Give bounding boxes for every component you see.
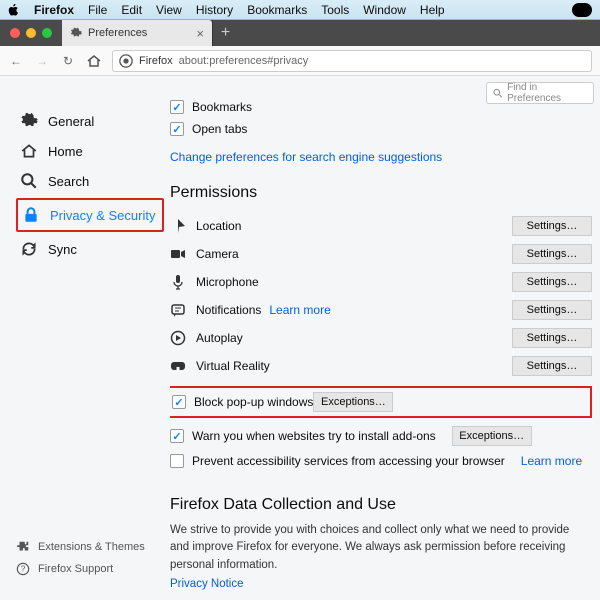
perm-autoplay: Autoplay Settings…	[170, 324, 592, 352]
microphone-settings-button[interactable]: Settings…	[512, 272, 592, 292]
warn-addons-checkbox[interactable]	[170, 429, 184, 443]
new-tab-button[interactable]: +	[212, 20, 238, 46]
menu-bookmarks[interactable]: Bookmarks	[247, 3, 307, 17]
data-collection-title: Firefox Data Collection and Use	[170, 496, 592, 514]
preferences-main: Bookmarks Open tabs Change preferences f…	[170, 76, 600, 600]
menu-history[interactable]: History	[196, 3, 233, 17]
data-collection-body: We strive to provide you with choices an…	[170, 522, 592, 574]
prevent-a11y-row: Prevent accessibility services from acce…	[170, 450, 592, 472]
gear-icon	[20, 112, 38, 130]
maximize-window-button[interactable]	[42, 28, 52, 38]
menu-edit[interactable]: Edit	[121, 3, 142, 17]
tab-title: Preferences	[88, 27, 147, 39]
vr-icon	[170, 358, 186, 374]
forward-button[interactable]: →	[34, 53, 50, 69]
preferences-sidebar: General Home Search Privacy & Security S…	[0, 76, 170, 600]
sidebar-item-search[interactable]: Search	[16, 166, 164, 196]
menu-view[interactable]: View	[156, 3, 182, 17]
find-in-preferences[interactable]: Find in Preferences	[486, 82, 594, 104]
camera-icon	[170, 246, 186, 262]
sidebar-item-general[interactable]: General	[16, 106, 164, 136]
url-label: Firefox	[139, 55, 173, 67]
privacy-notice-link[interactable]: Privacy Notice	[170, 578, 244, 590]
microphone-icon	[170, 274, 186, 290]
browser-toolbar: ← → ↻ Firefox about:preferences#privacy	[0, 46, 600, 76]
svg-text:?: ?	[21, 565, 26, 574]
tab-bar: Preferences × +	[0, 20, 600, 46]
minimize-window-button[interactable]	[26, 28, 36, 38]
autoplay-icon	[170, 330, 186, 346]
apple-icon	[8, 4, 20, 16]
close-tab-icon[interactable]: ×	[196, 26, 204, 41]
window-controls	[0, 20, 62, 46]
menu-help[interactable]: Help	[420, 3, 445, 17]
search-icon	[493, 88, 503, 99]
menu-file[interactable]: File	[88, 3, 107, 17]
reload-button[interactable]: ↻	[60, 53, 76, 69]
perm-location: Location Settings…	[170, 212, 592, 240]
perm-vr: Virtual Reality Settings…	[170, 352, 592, 380]
notifications-icon	[170, 302, 186, 318]
perm-camera: Camera Settings…	[170, 240, 592, 268]
location-icon	[170, 218, 186, 234]
search-placeholder: Find in Preferences	[507, 82, 587, 104]
back-button[interactable]: ←	[8, 53, 24, 69]
vr-settings-button[interactable]: Settings…	[512, 356, 592, 376]
menubar-extra-icon	[572, 3, 592, 17]
warn-addons-row: Warn you when websites try to install ad…	[170, 422, 592, 450]
question-icon: ?	[16, 562, 30, 576]
sidebar-support[interactable]: ? Firefox Support	[16, 558, 145, 580]
close-window-button[interactable]	[10, 28, 20, 38]
macos-menubar: Firefox File Edit View History Bookmarks…	[0, 0, 600, 20]
search-icon	[20, 172, 38, 190]
sidebar-extensions[interactable]: Extensions & Themes	[16, 536, 145, 558]
sidebar-item-home[interactable]: Home	[16, 136, 164, 166]
prevent-a11y-checkbox[interactable]	[170, 454, 184, 468]
highlight-privacy: Privacy & Security	[16, 198, 164, 232]
a11y-learn-more[interactable]: Learn more	[521, 454, 582, 468]
firefox-icon	[119, 54, 133, 68]
sync-icon	[20, 240, 38, 258]
permissions-title: Permissions	[170, 184, 592, 202]
menu-tools[interactable]: Tools	[321, 3, 349, 17]
menu-app[interactable]: Firefox	[34, 3, 74, 17]
puzzle-icon	[16, 540, 30, 554]
bookmarks-checkbox[interactable]	[170, 100, 184, 114]
home-button[interactable]	[86, 53, 102, 69]
gear-icon	[70, 27, 82, 39]
opentabs-checkbox-row: Open tabs	[170, 118, 592, 140]
camera-settings-button[interactable]: Settings…	[512, 244, 592, 264]
opentabs-checkbox[interactable]	[170, 122, 184, 136]
highlight-popups: Block pop-up windows Exceptions…	[170, 386, 592, 418]
notifications-settings-button[interactable]: Settings…	[512, 300, 592, 320]
search-engine-link[interactable]: Change preferences for search engine sug…	[170, 150, 592, 164]
addons-exceptions-button[interactable]: Exceptions…	[452, 426, 532, 446]
url-text: about:preferences#privacy	[179, 55, 309, 67]
autoplay-settings-button[interactable]: Settings…	[512, 328, 592, 348]
address-bar[interactable]: Firefox about:preferences#privacy	[112, 50, 592, 72]
notifications-learn-more[interactable]: Learn more	[269, 303, 330, 317]
location-settings-button[interactable]: Settings…	[512, 216, 592, 236]
home-icon	[20, 142, 38, 160]
sidebar-item-privacy[interactable]: Privacy & Security	[18, 200, 162, 230]
perm-microphone: Microphone Settings…	[170, 268, 592, 296]
block-popups-checkbox[interactable]	[172, 395, 186, 409]
sidebar-item-sync[interactable]: Sync	[16, 234, 164, 264]
perm-notifications: Notifications Learn more Settings…	[170, 296, 592, 324]
lock-icon	[22, 206, 40, 224]
menu-window[interactable]: Window	[363, 3, 406, 17]
tab-preferences[interactable]: Preferences ×	[62, 20, 212, 46]
popup-exceptions-button[interactable]: Exceptions…	[313, 392, 393, 412]
